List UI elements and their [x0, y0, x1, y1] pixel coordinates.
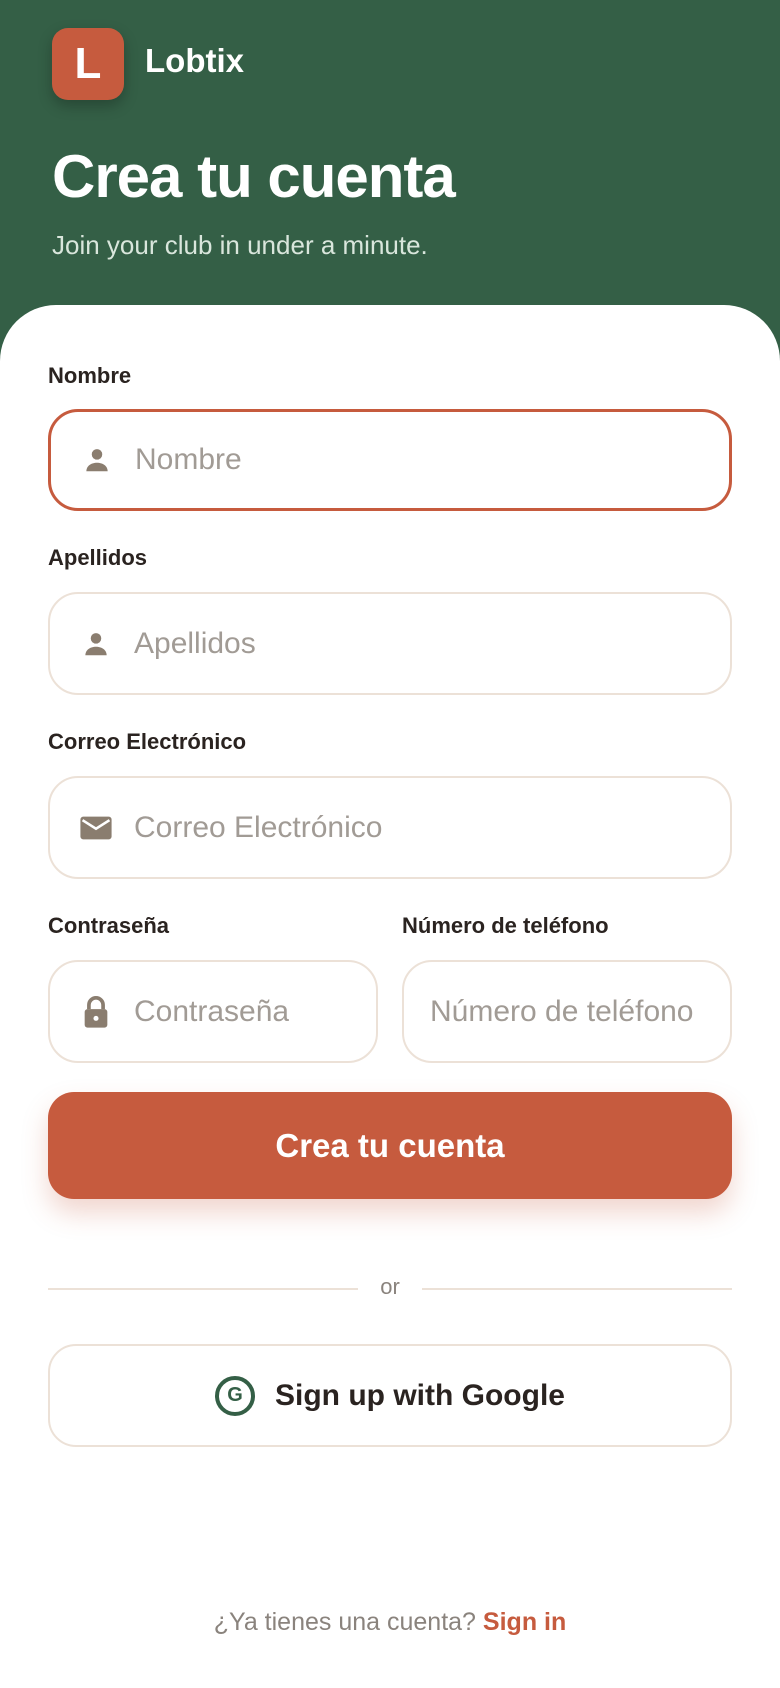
- google-icon: G: [215, 1375, 256, 1416]
- app-logo: L: [52, 28, 124, 100]
- last-name-label: Apellidos: [48, 545, 148, 570]
- page-title: Crea tu cuenta: [52, 143, 456, 210]
- divider-or: or: [380, 1274, 400, 1299]
- divider-line-right: [422, 1288, 732, 1290]
- first-name-label: Nombre: [48, 363, 132, 388]
- page-subtitle: Join your club in under a minute.: [52, 230, 428, 260]
- password-field[interactable]: Contraseña: [48, 960, 378, 1063]
- create-account-button[interactable]: Crea tu cuenta: [48, 1092, 732, 1199]
- header: L Lobtix Crea tu cuenta Join your club i…: [0, 0, 780, 330]
- google-signup-button[interactable]: G Sign up with Google: [48, 1344, 732, 1447]
- phone-label: Número de teléfono: [402, 913, 609, 938]
- password-label: Contraseña: [48, 913, 170, 938]
- last-name-field[interactable]: Apellidos: [48, 592, 732, 695]
- signin-link[interactable]: Sign in: [483, 1608, 566, 1636]
- divider-line-left: [48, 1288, 358, 1290]
- signin-prompt: ¿Ya tienes una cuenta? Sign in: [0, 1608, 780, 1637]
- first-name-field[interactable]: Nombre: [48, 409, 732, 511]
- phone-field[interactable]: Número de teléfono: [402, 960, 732, 1063]
- google-signup-label: Sign up with Google: [275, 1378, 565, 1412]
- email-label: Correo Electrónico: [48, 729, 247, 754]
- lock-icon: [78, 994, 114, 1030]
- last-name-placeholder: Apellidos: [134, 626, 256, 660]
- mail-icon: [78, 810, 114, 846]
- signin-prompt-text: ¿Ya tienes una cuenta?: [213, 1608, 476, 1636]
- person-icon: [79, 442, 115, 478]
- app-name: Lobtix: [145, 42, 244, 79]
- email-placeholder: Correo Electrónico: [134, 810, 383, 844]
- first-name-placeholder: Nombre: [135, 443, 242, 476]
- person-icon: [78, 626, 114, 662]
- email-field[interactable]: Correo Electrónico: [48, 776, 732, 879]
- password-placeholder: Contraseña: [134, 994, 290, 1028]
- phone-placeholder: Número de teléfono: [430, 994, 694, 1028]
